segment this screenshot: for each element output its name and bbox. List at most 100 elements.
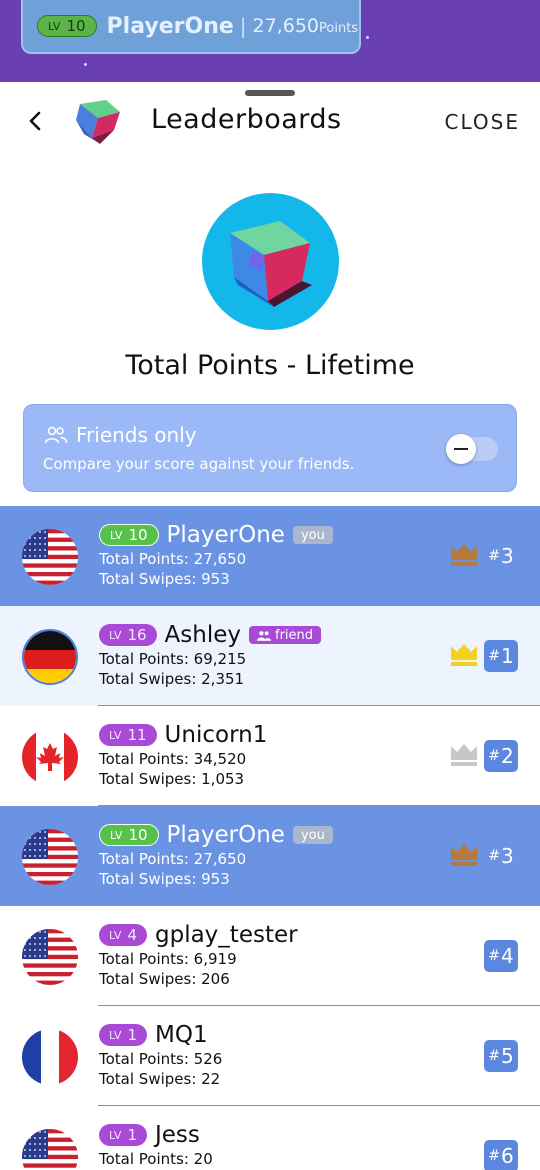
level-value: 4 [127, 926, 137, 944]
flag-usa-icon [22, 1129, 78, 1170]
you-tag: you [292, 526, 333, 544]
rank-value: 4 [501, 944, 514, 968]
rank-badge: #3 [484, 840, 518, 872]
total-swipes: Total Swipes: 22 [99, 1070, 221, 1088]
level-badge: LV 1 [99, 1024, 147, 1046]
total-swipes: Total Swipes: 1,053 [99, 770, 245, 788]
flag-germany-icon [22, 629, 78, 685]
rank-value: 5 [501, 1044, 514, 1068]
rank-value: 3 [501, 844, 514, 868]
level-label: LV [109, 728, 122, 742]
row-header: LV 1 MQ1 [99, 1022, 208, 1048]
total-points: Total Points: 27,650 [99, 550, 247, 568]
board-icon [202, 193, 339, 330]
level-badge: LV 10 [37, 15, 97, 37]
friends-only-toggle[interactable] [446, 434, 498, 464]
friends-only-card: Friends only Compare your score against … [23, 404, 517, 492]
sheet-grabber[interactable] [245, 90, 295, 96]
leaderboard-row[interactable]: LV 11 Unicorn1 Total Points: 34,520 Total Sw… [0, 706, 540, 806]
leaderboard-row[interactable]: LV 1 Jess Total Points: 20 #6 [0, 1106, 540, 1170]
row-header: LV 10 PlayerOne you [99, 522, 333, 548]
level-label: LV [109, 928, 122, 942]
level-badge: LV 11 [99, 724, 157, 746]
friends-icon [257, 630, 271, 641]
rank-hash: # [488, 548, 500, 564]
level-label: LV [109, 1128, 122, 1142]
sparkle-dot [366, 36, 369, 39]
points-value: 27,650 [252, 15, 320, 37]
sheet-title: Leaderboards [151, 104, 342, 135]
you-tag: you [292, 826, 333, 844]
flag-france-icon [22, 1029, 78, 1085]
row-header: LV 16 Ashley friend [99, 622, 322, 648]
friends-only-title: Friends only [44, 423, 197, 447]
player-name: Ashley [164, 622, 241, 648]
rank-badge: #4 [484, 940, 518, 972]
flag-canada-icon [22, 729, 78, 785]
crown-bronze-icon [450, 842, 478, 866]
player-name: gplay_tester [155, 922, 298, 948]
level-badge: LV 1 [99, 1124, 147, 1146]
player-points: 27,650Points [253, 15, 359, 37]
back-arrow-icon[interactable] [24, 106, 48, 136]
leaderboard-row[interactable]: LV 10 PlayerOne you Total Points: 27,650 Tota… [0, 506, 540, 606]
rank-value: 6 [501, 1144, 514, 1168]
close-button[interactable]: CLOSE [445, 110, 520, 134]
leaderboard-sheet: Leaderboards CLOSE Total Points - Lifeti… [0, 82, 540, 1170]
leaderboard-row[interactable]: LV 10 PlayerOne you Total Points: 27,650 Tota… [0, 806, 540, 906]
level-value: 1 [127, 1126, 137, 1144]
level-label: LV [110, 528, 123, 542]
sparkle-dot [84, 63, 87, 66]
total-points: Total Points: 27,650 [99, 850, 247, 868]
rank-value: 3 [501, 544, 514, 568]
level-badge: LV 10 [99, 524, 159, 546]
rank-hash: # [488, 648, 500, 664]
level-value: 10 [66, 17, 86, 35]
leaderboard-row[interactable]: LV 16 Ashley friend Total Points: 69,215 Tota… [0, 606, 540, 706]
friend-tag: friend [249, 626, 322, 644]
row-header: LV 10 PlayerOne you [99, 822, 333, 848]
leaderboard-row[interactable]: LV 1 MQ1 Total Points: 526 Total Swipes: 22 #… [0, 1006, 540, 1106]
level-value: 11 [127, 726, 147, 744]
player-summary-chip[interactable]: LV 10 PlayerOne | 27,650Points [21, 0, 361, 54]
friends-only-subtitle: Compare your score against your friends. [43, 455, 355, 473]
leaderboard-row[interactable]: LV 4 gplay_tester Total Points: 6,919 Total … [0, 906, 540, 1006]
rank-badge: #5 [484, 1040, 518, 1072]
total-points: Total Points: 69,215 [99, 650, 247, 668]
tag-label: friend [275, 627, 314, 643]
rank-value: 1 [501, 644, 514, 668]
rank-badge: #1 [484, 640, 518, 672]
cube-logo-icon [76, 100, 120, 144]
cube-icon [230, 221, 312, 307]
player-name: PlayerOne [106, 13, 234, 39]
total-points: Total Points: 20 [99, 1150, 213, 1168]
toggle-knob [446, 434, 476, 464]
level-label: LV [110, 828, 123, 842]
level-badge: LV 4 [99, 924, 147, 946]
total-points: Total Points: 34,520 [99, 750, 247, 768]
row-header: LV 4 gplay_tester [99, 922, 298, 948]
level-badge: LV 10 [99, 824, 159, 846]
crown-silver-icon [450, 742, 478, 766]
player-name: PlayerOne [166, 522, 285, 548]
level-value: 16 [127, 626, 147, 644]
level-value: 10 [128, 526, 148, 544]
total-points: Total Points: 526 [99, 1050, 223, 1068]
level-label: LV [48, 19, 61, 33]
board-title: Total Points - Lifetime [125, 350, 415, 381]
row-header: LV 1 Jess [99, 1122, 200, 1148]
top-bar: LV 10 PlayerOne | 27,650Points [0, 0, 540, 82]
flag-usa-icon [22, 529, 78, 585]
level-label: LV [109, 1028, 122, 1042]
rank-hash: # [488, 748, 500, 764]
tag-label: you [300, 527, 325, 543]
total-points: Total Points: 6,919 [99, 950, 237, 968]
player-name: Unicorn1 [164, 722, 268, 748]
rank-hash: # [488, 948, 500, 964]
player-name: Jess [155, 1122, 200, 1148]
points-unit: Points [319, 21, 359, 36]
rank-badge: #2 [484, 740, 518, 772]
crown-gold-icon [450, 642, 478, 666]
level-label: LV [109, 628, 122, 642]
level-badge: LV 16 [99, 624, 157, 646]
